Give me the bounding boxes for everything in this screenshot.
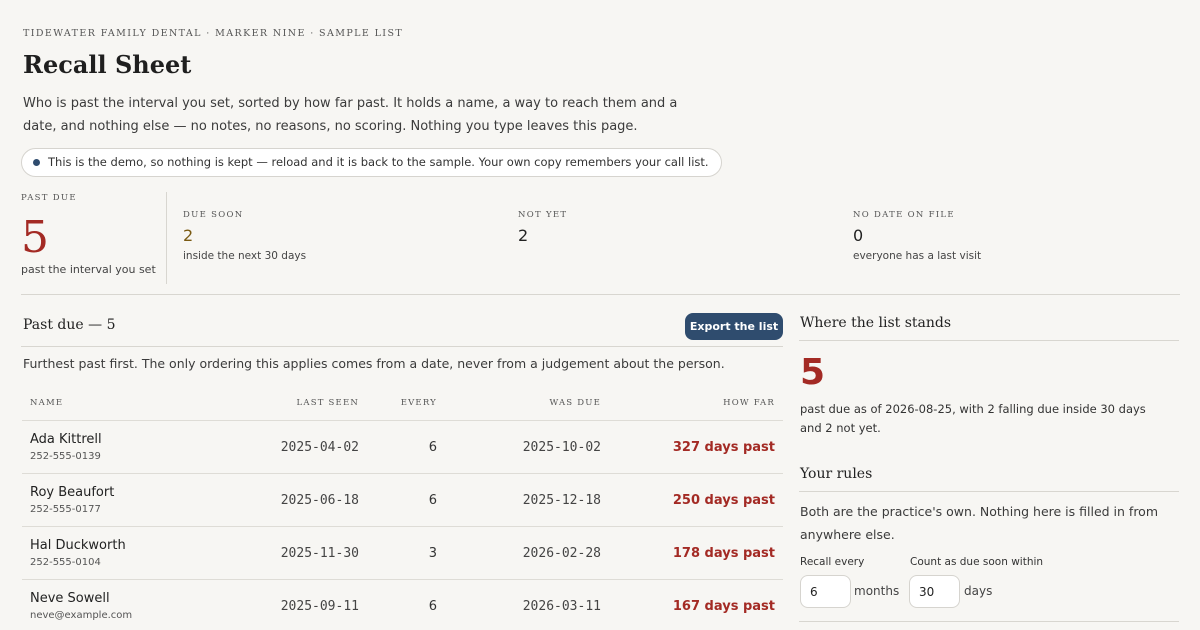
- standing-title: Where the list stands: [800, 315, 952, 331]
- list-title-divider: [21, 346, 783, 347]
- due-soon-input[interactable]: [909, 575, 960, 608]
- patient-name: Hal Duckworth: [30, 538, 126, 553]
- recall-label: Recall every: [800, 556, 865, 568]
- stat-past-due: PAST DUE 5 past the interval you set: [21, 193, 156, 276]
- demo-notice-text: This is the demo, so nothing is kept — r…: [48, 155, 709, 169]
- stat-past-due-label: PAST DUE: [21, 193, 77, 203]
- was-due: 2025-12-18: [522, 493, 601, 508]
- stat-not-yet-label: NOT YET: [518, 210, 568, 220]
- column-header-last-seen[interactable]: LAST SEEN: [297, 398, 359, 408]
- how-far: 167 days past: [672, 599, 775, 614]
- stat-due-soon: DUE SOON 2 inside the next 30 days: [183, 210, 306, 262]
- standing-divider: [799, 340, 1179, 341]
- patient-contact: 252-555-0177: [30, 504, 101, 515]
- stat-due-soon-value: 2: [183, 226, 194, 245]
- how-far: 178 days past: [672, 546, 775, 561]
- due-soon-label: Count as due soon within: [910, 556, 1044, 568]
- patient-contact: 252-555-0139: [30, 451, 101, 462]
- intro-text: Who is past the interval you set, sorted…: [23, 96, 678, 134]
- column-header-how-far[interactable]: HOW FAR: [723, 398, 775, 408]
- stat-not-yet: NOT YET 2: [518, 210, 567, 245]
- patient-contact: 252-555-0104: [30, 557, 101, 568]
- patient-name: Roy Beaufort: [30, 485, 115, 500]
- stat-due-soon-label: DUE SOON: [183, 210, 244, 220]
- table-row[interactable]: Ada Kittrell 252-555-0139 2025-04-02 6 2…: [22, 421, 783, 474]
- recall-unit: months: [854, 584, 900, 598]
- stat-no-date-value: 0: [853, 226, 864, 245]
- last-seen: 2025-04-02: [280, 440, 359, 455]
- stat-no-date-sub: everyone has a last visit: [853, 250, 982, 262]
- stat-not-yet-value: 2: [518, 226, 529, 245]
- how-far: 327 days past: [672, 440, 775, 455]
- last-seen: 2025-09-11: [280, 599, 359, 614]
- column-header-every[interactable]: EVERY: [401, 398, 437, 408]
- standing-value: 5: [800, 352, 826, 393]
- column-header-was-due[interactable]: WAS DUE: [549, 398, 601, 408]
- rules-divider: [799, 491, 1179, 492]
- patient-contact: neve@example.com: [30, 610, 133, 621]
- how-far: 250 days past: [672, 493, 775, 508]
- table-row[interactable]: Roy Beaufort 252-555-0177 2025-06-18 6 2…: [22, 474, 783, 527]
- table-row[interactable]: Neve Sowell neve@example.com 2025-09-11 …: [22, 580, 783, 630]
- stat-no-date-label: NO DATE ON FILE: [853, 210, 955, 220]
- table-row[interactable]: Hal Duckworth 252-555-0104 2025-11-30 3 …: [22, 527, 783, 580]
- last-seen: 2025-06-18: [280, 493, 359, 508]
- breadcrumb: TIDEWATER FAMILY DENTAL · MARKER NINE · …: [23, 28, 404, 39]
- rules-bottom-divider: [799, 621, 1179, 622]
- stat-divider: [166, 192, 167, 284]
- patient-name: Neve Sowell: [30, 591, 110, 606]
- interval: 6: [428, 599, 437, 614]
- stat-due-soon-sub: inside the next 30 days: [183, 250, 307, 262]
- stat-past-due-sub: past the interval you set: [21, 263, 156, 276]
- stat-no-date: NO DATE ON FILE 0 everyone has a last vi…: [853, 210, 981, 262]
- page-title: Recall Sheet: [23, 50, 192, 79]
- column-header-name[interactable]: NAME: [30, 398, 63, 408]
- rules-description: Both are the practice's own. Nothing her…: [800, 504, 1159, 542]
- last-seen: 2025-11-30: [280, 546, 359, 561]
- list-title: Past due — 5: [23, 317, 116, 333]
- stat-past-due-value: 5: [21, 212, 49, 263]
- was-due: 2026-02-28: [522, 546, 601, 561]
- stats-divider: [21, 294, 1180, 295]
- recall-interval-input[interactable]: [800, 575, 851, 608]
- standing-text: past due as of 2026-08-25, with 2 fallin…: [800, 402, 1146, 435]
- interval: 3: [428, 546, 437, 561]
- rules-title: Your rules: [800, 466, 873, 482]
- export-list-button[interactable]: Export the list: [685, 313, 783, 340]
- interval: 6: [428, 440, 437, 455]
- due-soon-unit: days: [964, 584, 993, 598]
- demo-notice: This is the demo, so nothing is kept — r…: [21, 148, 722, 177]
- patient-name: Ada Kittrell: [30, 432, 102, 447]
- was-due: 2026-03-11: [522, 599, 601, 614]
- status-dot-icon: [33, 159, 40, 166]
- was-due: 2025-10-02: [522, 440, 601, 455]
- list-description: Furthest past first. The only ordering t…: [23, 356, 725, 371]
- interval: 6: [428, 493, 437, 508]
